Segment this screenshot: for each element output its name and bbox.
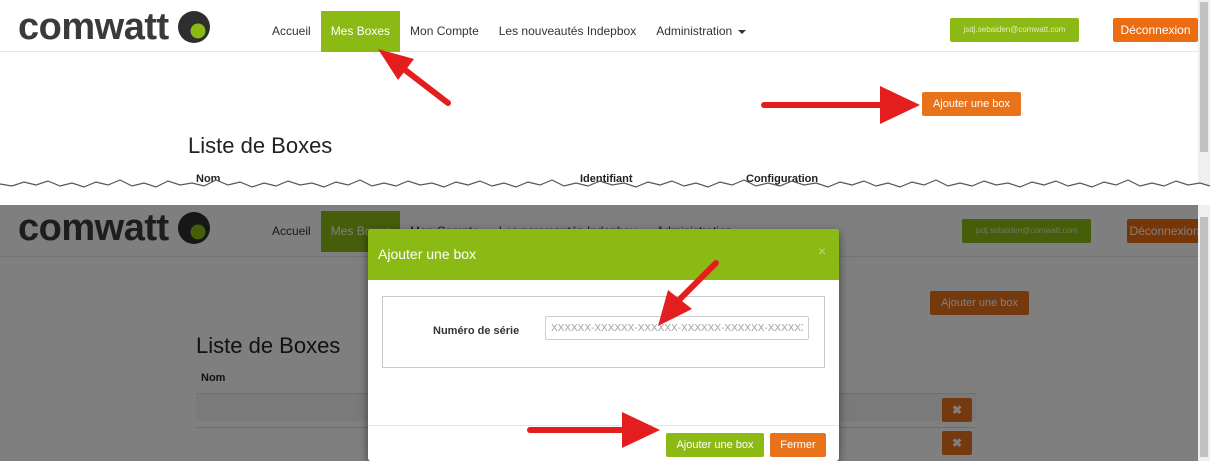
nav-item-mon-compte[interactable]: Mon Compte <box>400 11 489 52</box>
serial-number-label: Numéro de série <box>433 325 520 337</box>
logout-button[interactable]: Déconnexion <box>1113 18 1198 42</box>
scrollbar-thumb[interactable] <box>1200 2 1208 152</box>
comwatt-logo-icon <box>177 11 210 43</box>
brand-logo[interactable]: comwatt <box>18 6 211 48</box>
panel-modal-view: comwatt Accueil Mes Boxes Mon Compte Les… <box>0 205 1210 461</box>
nav-item-mes-boxes[interactable]: Mes Boxes <box>320 11 401 52</box>
vertical-scrollbar[interactable] <box>1198 205 1210 461</box>
column-header-identifiant: Identifiant <box>580 173 633 185</box>
vertical-scrollbar[interactable] <box>1198 0 1210 190</box>
add-box-button[interactable]: Ajouter une box <box>922 92 1021 116</box>
close-modal-button[interactable]: Fermer <box>770 433 826 457</box>
navbar: comwatt Accueil Mes Boxes Mon Compte Les… <box>0 0 1198 52</box>
serial-form: Numéro de série <box>382 296 825 368</box>
nav-label: Les nouveautés Indepbox <box>498 24 637 38</box>
page-title: Liste de Boxes <box>188 133 333 158</box>
main-nav: Accueil Mes Boxes Mon Compte Les nouveau… <box>262 11 756 52</box>
nav-item-administration[interactable]: Administration <box>646 11 756 52</box>
submit-add-box-button[interactable]: Ajouter une box <box>666 433 764 457</box>
close-icon[interactable]: × <box>818 243 826 259</box>
scrollbar-thumb[interactable] <box>1200 217 1208 457</box>
annotation-arrow <box>378 49 451 106</box>
add-box-modal: Ajouter une box × Numéro de série Ajoute… <box>368 229 839 461</box>
nav-item-accueil[interactable]: Accueil <box>262 11 321 52</box>
nav-label: Mes Boxes <box>330 24 391 38</box>
caret-down-icon <box>738 29 747 34</box>
nav-label: Accueil <box>272 24 311 38</box>
screenshot-composite: comwatt Accueil Mes Boxes Mon Compte Les… <box>0 0 1210 461</box>
modal-footer: Ajouter une box Fermer <box>368 425 839 461</box>
column-header-configuration: Configuration <box>746 173 819 185</box>
user-account-button[interactable]: jsdj.sebaiden@comwatt.com <box>950 18 1079 42</box>
serial-number-input[interactable] <box>545 316 809 340</box>
nav-label: Administration <box>656 24 733 38</box>
annotation-arrow <box>761 86 920 124</box>
panel-page-view: comwatt Accueil Mes Boxes Mon Compte Les… <box>0 0 1210 190</box>
modal-header: Ajouter une box × <box>368 229 839 280</box>
modal-title: Ajouter une box <box>378 246 477 262</box>
column-header-nom: Nom <box>196 173 221 185</box>
nav-item-nouveautes[interactable]: Les nouveautés Indepbox <box>489 11 646 52</box>
nav-label: Mon Compte <box>410 24 479 38</box>
logo-text: comwatt <box>18 6 169 48</box>
